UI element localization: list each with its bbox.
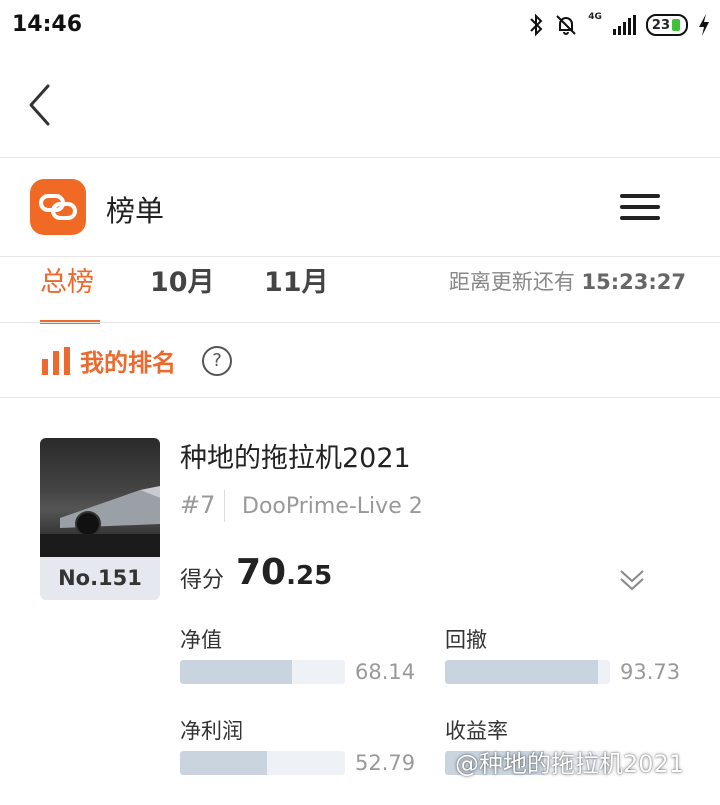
- rank-number: No.151: [58, 566, 142, 590]
- metric-bar-drawdown: [445, 660, 610, 684]
- metric-bar-fill: [180, 660, 293, 684]
- status-icons: 4G 23: [528, 10, 710, 40]
- countdown-label: 距离更新还有: [448, 270, 575, 294]
- metric-value-net-profit: 52.79: [355, 751, 416, 775]
- score-decimal: .25: [286, 561, 333, 591]
- metric-value-net-value: 68.14: [355, 660, 416, 684]
- bar-chart-icon: [42, 347, 70, 375]
- metric-label-net-profit: 净利润: [180, 719, 243, 743]
- back-button[interactable]: [24, 80, 64, 130]
- tab-november[interactable]: 11月: [264, 260, 329, 299]
- tabs-bottom-divider: [0, 322, 720, 323]
- app-logo: [30, 179, 86, 235]
- tabs-top-divider: [0, 256, 720, 257]
- header-divider: [0, 157, 720, 158]
- server-name: DooPrime-Live 2: [242, 494, 423, 519]
- my-ranking-title: 我的排名: [80, 349, 176, 377]
- app-title: 榜单: [106, 194, 165, 228]
- bell-muted-icon: [556, 15, 576, 35]
- tab-overall[interactable]: 总榜: [40, 260, 94, 299]
- hamburger-line: [620, 205, 660, 209]
- status-time: 14:46: [12, 12, 83, 37]
- network-label: 4G: [588, 12, 602, 22]
- battery-indicator: 23: [645, 14, 688, 36]
- tab-october[interactable]: 10月: [150, 260, 215, 299]
- avatar: No.151: [40, 438, 160, 600]
- metric-label-drawdown: 回撤: [445, 628, 487, 652]
- signal-icon: [612, 15, 636, 35]
- rank-hash: #7: [180, 491, 216, 519]
- cybertruck-image: [40, 438, 160, 557]
- menu-button[interactable]: [615, 192, 665, 224]
- charging-icon: [699, 14, 709, 36]
- metric-label-net-value: 净值: [180, 628, 222, 652]
- metric-label-return-rate: 收益率: [445, 719, 508, 743]
- score-integer: 70: [236, 552, 287, 593]
- hamburger-line: [620, 194, 660, 198]
- metric-bar-fill: [180, 751, 268, 775]
- score-label: 得分: [180, 568, 225, 593]
- battery-fill: [672, 19, 680, 31]
- chevron-left-icon: [29, 84, 50, 126]
- metric-bar-net-value: [180, 660, 345, 684]
- ranking-divider: [0, 397, 720, 398]
- battery-level: 23: [651, 17, 670, 33]
- bluetooth-icon: [530, 13, 543, 37]
- expand-button[interactable]: [618, 566, 646, 594]
- hamburger-line: [620, 216, 660, 220]
- update-countdown: 距离更新还有 15:23:27: [449, 266, 686, 296]
- countdown-time: 15:23:27: [581, 270, 686, 294]
- double-chevron-down-icon: [620, 570, 644, 591]
- metric-bar-fill: [445, 660, 599, 684]
- metric-value-drawdown: 93.73: [620, 660, 681, 684]
- username: 种地的拖拉机2021: [180, 443, 411, 474]
- watermark: @种地的拖拉机2021: [455, 750, 685, 778]
- separator: [224, 490, 225, 522]
- help-icon[interactable]: ?: [202, 346, 232, 376]
- link-logo-icon: [39, 194, 77, 220]
- metric-bar-net-profit: [180, 751, 345, 775]
- score-value: 70.25: [236, 552, 332, 593]
